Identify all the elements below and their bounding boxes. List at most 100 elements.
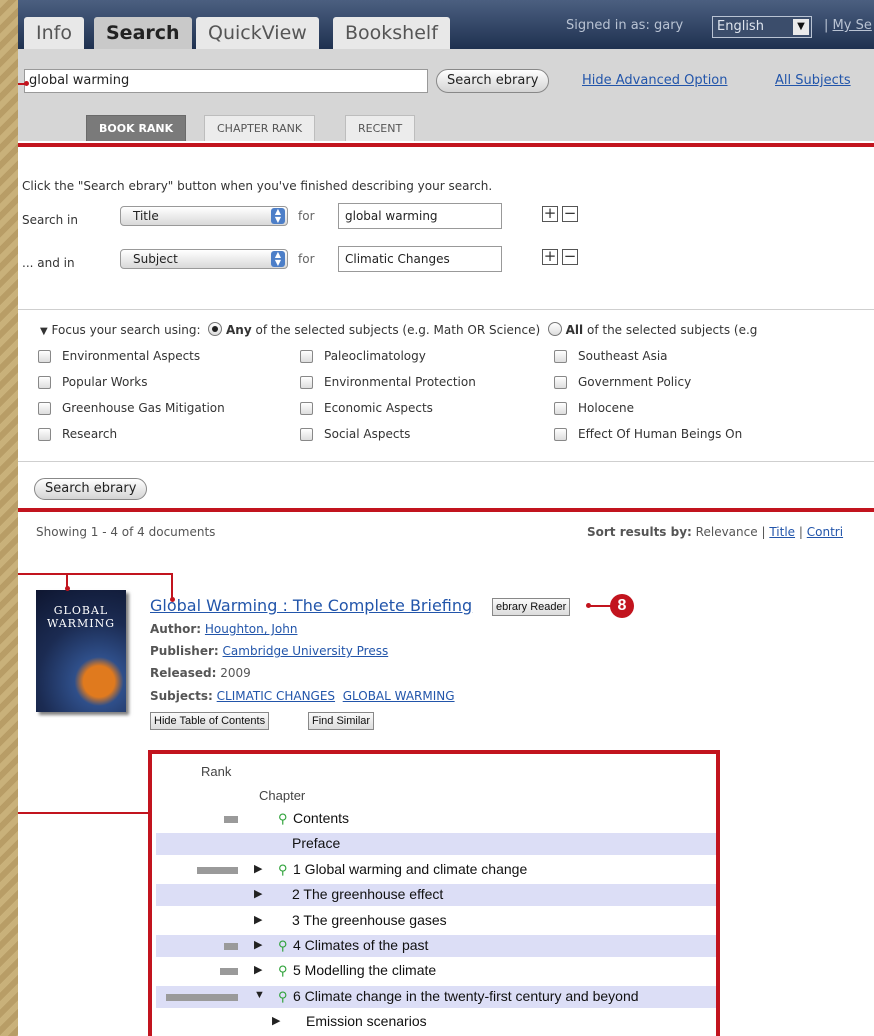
and-in-label: ... and in <box>22 256 75 270</box>
sort-title-link[interactable]: Title <box>769 525 795 539</box>
tab-quickview[interactable]: QuickView <box>196 17 319 49</box>
expand-triangle-icon[interactable]: ▶ <box>254 862 262 875</box>
book-author: Author: Houghton, John <box>150 622 297 636</box>
callout-line <box>18 812 150 814</box>
subject-checkbox[interactable] <box>554 428 567 441</box>
search-hit-icon[interactable]: ⚲ <box>278 938 288 954</box>
focus-label: Focus your search using: <box>51 323 201 337</box>
search-ebrary-button[interactable]: Search ebrary <box>436 69 550 93</box>
expand-triangle-icon[interactable]: ▶ <box>254 963 262 976</box>
subject-checkbox[interactable] <box>38 428 51 441</box>
tab-search[interactable]: Search <box>94 17 192 49</box>
remove-row-minus-icon[interactable]: − <box>562 249 578 265</box>
search-input[interactable]: global warming <box>24 69 428 93</box>
expand-triangle-icon[interactable]: ▶ <box>254 938 262 951</box>
expand-triangle-icon[interactable]: ▶ <box>254 887 262 900</box>
add-row-plus-icon[interactable]: + <box>542 206 558 222</box>
subject-label: Greenhouse Gas Mitigation <box>62 401 225 415</box>
search-hit-icon[interactable]: ⚲ <box>278 989 288 1005</box>
toc-row[interactable]: ▶ ⚲ 5 Modelling the climate <box>156 960 716 982</box>
callout-dot <box>586 603 591 608</box>
collapse-triangle-icon[interactable]: ▼ <box>254 989 265 1001</box>
hide-advanced-option-link[interactable]: Hide Advanced Option <box>582 73 728 88</box>
my-link[interactable]: | My Se <box>824 18 872 33</box>
subject-link[interactable]: GLOBAL WARMING <box>343 689 455 703</box>
and-in-term-field[interactable]: Climatic Changes <box>338 246 502 272</box>
my-link-label[interactable]: My Se <box>833 18 872 33</box>
my-link-separator: | <box>824 18 829 33</box>
subject-label: Environmental Protection <box>324 375 476 389</box>
subject-checkbox[interactable] <box>554 376 567 389</box>
search-hit-icon[interactable]: ⚲ <box>278 963 288 979</box>
toc-chapter-label[interactable]: Preface <box>292 835 340 851</box>
book-cover-thumbnail[interactable]: GLOBAL WARMING <box>36 590 126 712</box>
expand-triangle-icon[interactable]: ▶ <box>254 913 262 926</box>
sort-contributor-link[interactable]: Contri <box>807 525 843 539</box>
toc-row[interactable]: ⚲ Contents <box>156 808 716 830</box>
author-link[interactable]: Houghton, John <box>205 622 298 636</box>
subject-label: Economic Aspects <box>324 401 433 415</box>
subject-checkbox[interactable] <box>38 350 51 363</box>
toc-chapter-label[interactable]: Emission scenarios <box>306 1013 427 1029</box>
toc-row[interactable]: ▶ ⚲ 1 Global warming and climate change <box>156 859 716 881</box>
subject-checkbox[interactable] <box>554 350 567 363</box>
toc-chapter-label[interactable]: 1 Global warming and climate change <box>293 861 527 877</box>
search-in-field-select[interactable]: Title ▲ ▼ <box>120 206 288 226</box>
subject-checkbox[interactable] <box>300 402 313 415</box>
cover-title-line: WARMING <box>46 617 115 630</box>
find-similar-button[interactable]: Find Similar <box>308 712 375 730</box>
tab-info[interactable]: Info <box>24 17 84 49</box>
toc-chapter-label[interactable]: 4 Climates of the past <box>293 937 428 953</box>
select-arrows-icon: ▲ ▼ <box>271 208 285 224</box>
author-label: Author: <box>150 622 202 636</box>
tab-chapter-rank[interactable]: CHAPTER RANK <box>204 115 316 141</box>
ebrary-reader-button[interactable]: ebrary Reader <box>492 598 571 616</box>
sort-relevance[interactable]: Relevance <box>696 525 758 539</box>
toc-row[interactable]: ▶ 2 The greenhouse effect <box>156 884 716 907</box>
subject-link[interactable]: CLIMATIC CHANGES <box>217 689 335 703</box>
toc-chapter-label[interactable]: Contents <box>293 810 349 826</box>
subject-checkbox[interactable] <box>38 376 51 389</box>
toc-chapter-label[interactable]: 2 The greenhouse effect <box>292 886 443 902</box>
toc-chapter-label[interactable]: 3 The greenhouse gases <box>292 912 447 928</box>
search-hit-icon[interactable]: ⚲ <box>278 811 288 827</box>
focus-any-radio[interactable] <box>208 322 223 336</box>
add-row-plus-icon[interactable]: + <box>542 249 558 265</box>
toc-row[interactable]: Preface <box>156 833 716 856</box>
rank-bar <box>224 816 238 823</box>
collapse-triangle-icon[interactable]: ▼ <box>40 326 48 337</box>
tab-bookshelf[interactable]: Bookshelf <box>333 17 450 49</box>
toc-row[interactable]: ▶ Emission scenarios <box>156 1011 716 1033</box>
tab-book-rank[interactable]: BOOK RANK <box>86 115 187 141</box>
and-in-field-select[interactable]: Subject ▲ ▼ <box>120 249 288 269</box>
divider <box>18 309 874 310</box>
search-in-term-field[interactable]: global warming <box>338 203 502 229</box>
subject-checkbox[interactable] <box>300 428 313 441</box>
subject-checkbox[interactable] <box>300 376 313 389</box>
focus-all-radio[interactable] <box>547 322 562 336</box>
toc-row[interactable]: ▼ ⚲ 6 Climate change in the twenty-first c… <box>156 985 716 1008</box>
all-subjects-link[interactable]: All Subjects <box>775 73 851 88</box>
hide-table-of-contents-button[interactable]: Hide Table of Contents <box>150 712 270 730</box>
toc-chapter-label[interactable]: 5 Modelling the climate <box>293 962 436 978</box>
for-label: for <box>298 209 315 223</box>
language-select[interactable]: English ▼ <box>712 16 812 38</box>
search-hit-icon[interactable]: ⚲ <box>278 862 288 878</box>
subject-checkbox[interactable] <box>38 402 51 415</box>
book-title-link[interactable]: Global Warming : The Complete Briefing <box>150 596 472 615</box>
subject-checkbox[interactable] <box>554 402 567 415</box>
publisher-link[interactable]: Cambridge University Press <box>223 644 389 658</box>
toc-row[interactable]: ▶ 3 The greenhouse gases <box>156 910 716 932</box>
remove-row-minus-icon[interactable]: − <box>562 206 578 222</box>
dropdown-arrow-icon[interactable]: ▼ <box>793 19 809 35</box>
toc-chapter-label[interactable]: 6 Climate change in the twenty-first cen… <box>293 988 639 1004</box>
expand-triangle-icon[interactable]: ▶ <box>272 1014 280 1027</box>
advanced-search-panel: Click the "Search ebrary" button when yo… <box>18 143 874 512</box>
search-area: global warming Search ebrary Hide Advanc… <box>18 49 874 141</box>
toc-row[interactable]: ▶ ⚲ 4 Climates of the past <box>156 935 716 957</box>
search-ebrary-submit-button[interactable]: Search ebrary <box>34 478 148 500</box>
tab-recent[interactable]: RECENT <box>345 115 416 141</box>
book-released: Released: 2009 <box>150 666 251 680</box>
subject-checkbox[interactable] <box>300 350 313 363</box>
released-label: Released: <box>150 666 217 680</box>
